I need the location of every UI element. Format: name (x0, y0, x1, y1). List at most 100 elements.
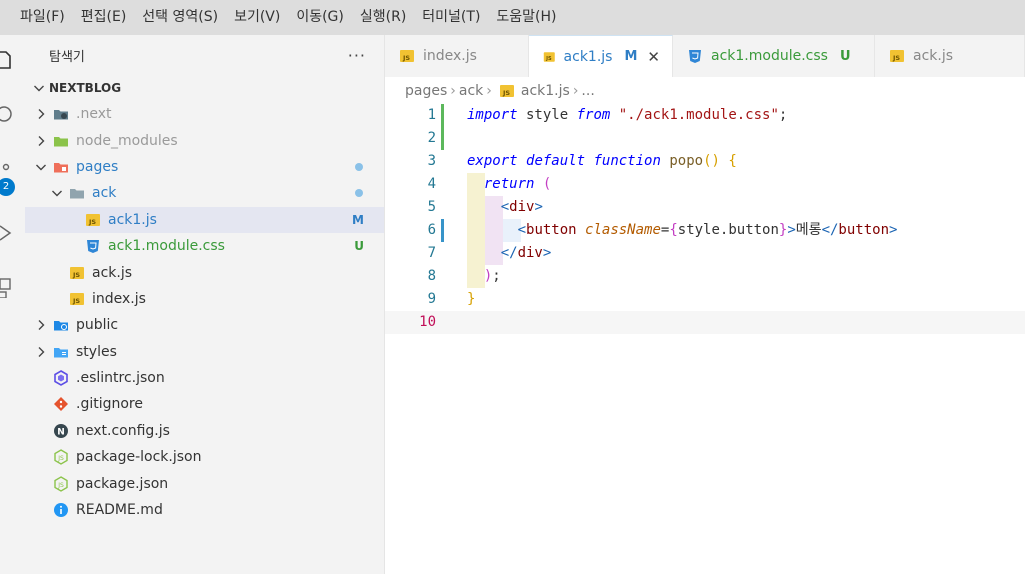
breadcrumb: pages › ack › JS ack1.js ›... (385, 77, 1025, 105)
code-line-text: export default function popo() { (467, 150, 737, 173)
tree-folder[interactable]: ack (25, 180, 384, 206)
breadcrumb-item[interactable]: ack (459, 83, 483, 99)
tree-folder[interactable]: styles (25, 339, 384, 365)
extensions-icon[interactable] (0, 278, 14, 298)
code-token: { (728, 153, 737, 169)
tree-file[interactable]: ack1.module.css U (25, 233, 384, 259)
tree-file[interactable]: JS index.js (25, 286, 384, 312)
code-token: < (500, 199, 510, 215)
run-debug-icon[interactable] (0, 223, 14, 243)
code-token: "./ack1.module.css" (618, 107, 779, 123)
breadcrumb-item[interactable]: ... (581, 83, 594, 99)
tree-file[interactable]: .gitignore (25, 391, 384, 417)
code-line: 9} (385, 288, 1025, 311)
tree-item-label: node_modules (76, 132, 178, 149)
info-icon (54, 503, 68, 518)
workspace-folder-header[interactable]: NEXTBLOG (25, 75, 384, 101)
css-file-icon (689, 50, 701, 63)
tree-folder[interactable]: public (25, 312, 384, 338)
code-token: 메롱 (795, 222, 822, 238)
code-token: ; (778, 107, 788, 123)
tree-file[interactable]: JS package-lock.json (25, 444, 384, 470)
editor-tab[interactable]: JS ack.js (875, 35, 1025, 77)
code-line-text: } (467, 288, 475, 311)
code-line-text: <div> (467, 196, 543, 219)
line-number: 1 (427, 107, 436, 123)
menu-item[interactable]: 실행(R) (352, 0, 414, 35)
tab-label: index.js (423, 48, 477, 64)
editor-tab[interactable]: JS index.js (385, 35, 529, 77)
tree-file[interactable]: Nnext.config.js (25, 418, 384, 444)
code-token: div (509, 199, 535, 215)
tree-item-label: package.json (76, 475, 169, 492)
explorer-icon[interactable] (0, 50, 14, 70)
line-number: 4 (427, 176, 436, 192)
code-token: className (585, 222, 661, 238)
more-actions-icon[interactable]: ··· (348, 46, 366, 65)
git-gutter-marker (441, 127, 444, 150)
code-token: style (517, 107, 577, 123)
js-file-icon: JS (499, 85, 514, 97)
tree-item-label: .next (76, 106, 112, 123)
menu-item[interactable]: 편집(E) (73, 0, 135, 35)
code-token: from (576, 107, 611, 123)
menu-item[interactable]: 도움말(H) (488, 0, 564, 35)
folder-icon (70, 189, 84, 199)
tree-file[interactable]: README.md (25, 497, 384, 523)
search-icon[interactable] (0, 105, 14, 125)
menu-item[interactable]: 선택 영역(S) (134, 0, 226, 35)
eslint-icon (54, 370, 68, 387)
tree-file[interactable]: JS ack.js (25, 259, 384, 285)
svg-text:JS: JS (892, 54, 900, 62)
breadcrumb-item[interactable]: ack1.js (521, 83, 570, 99)
editor-tab[interactable]: ack1.module.css U (673, 35, 875, 77)
svg-text:JS: JS (88, 218, 96, 226)
close-icon[interactable]: ✕ (647, 48, 660, 66)
code-line-text: </div> (467, 242, 552, 265)
code-line-text: ); (467, 265, 501, 288)
pages-folder-icon (54, 162, 68, 173)
tree-item-label: pages (76, 158, 119, 175)
code-token: </ (821, 222, 839, 238)
tree-file[interactable]: .eslintrc.json (25, 365, 384, 391)
tree-folder[interactable]: node_modules (25, 127, 384, 153)
code-token: { (669, 222, 678, 238)
code-token: > (534, 199, 543, 215)
menu-item[interactable]: 터미널(T) (414, 0, 488, 35)
js-file-icon: JS (890, 50, 904, 62)
activity-bar: 2 (0, 35, 25, 574)
chevron-down-icon (52, 190, 62, 197)
code-line-text: return ( (467, 173, 551, 196)
code-line: 7 </div> (385, 242, 1025, 265)
code-token: ( (542, 176, 552, 192)
menu-bar: 파일(F) 편집(E) 선택 영역(S) 보기(V) 이동(G) 실행(R) 터미널(T) 도… (0, 0, 1025, 35)
line-number: 6 (427, 222, 436, 238)
js-file-icon: JS (400, 50, 414, 62)
code-line: 4 return ( (385, 173, 1025, 196)
code-token: div (517, 245, 543, 261)
menu-item[interactable]: 보기(V) (226, 0, 288, 35)
tree-file[interactable]: JS package.json (25, 470, 384, 496)
chevron-right-icon (38, 320, 45, 331)
editor-tab[interactable]: JS ack1.js M ✕ (529, 35, 673, 77)
code-token: > (542, 245, 552, 261)
code-editor[interactable]: 1 import style from "./ack1.module.css"; 2… (385, 104, 1025, 334)
code-token: button (838, 222, 889, 238)
tree-folder[interactable]: .next (25, 101, 384, 127)
svg-text:JS: JS (72, 297, 80, 305)
code-token: popo (669, 153, 704, 169)
tree-item-label: README.md (76, 502, 163, 519)
next-folder-icon (54, 110, 68, 120)
svg-text:JS: JS (57, 482, 64, 489)
breadcrumb-item[interactable]: pages (405, 83, 447, 99)
menu-item[interactable]: 이동(G) (288, 0, 352, 35)
tree-folder[interactable]: pages (25, 154, 384, 180)
tree-file[interactable]: JS ack1.js M (25, 206, 384, 233)
js-file-icon: JS (86, 213, 100, 226)
menu-item[interactable]: 파일(F) (12, 0, 73, 35)
tree-item-label: ack (92, 185, 117, 202)
